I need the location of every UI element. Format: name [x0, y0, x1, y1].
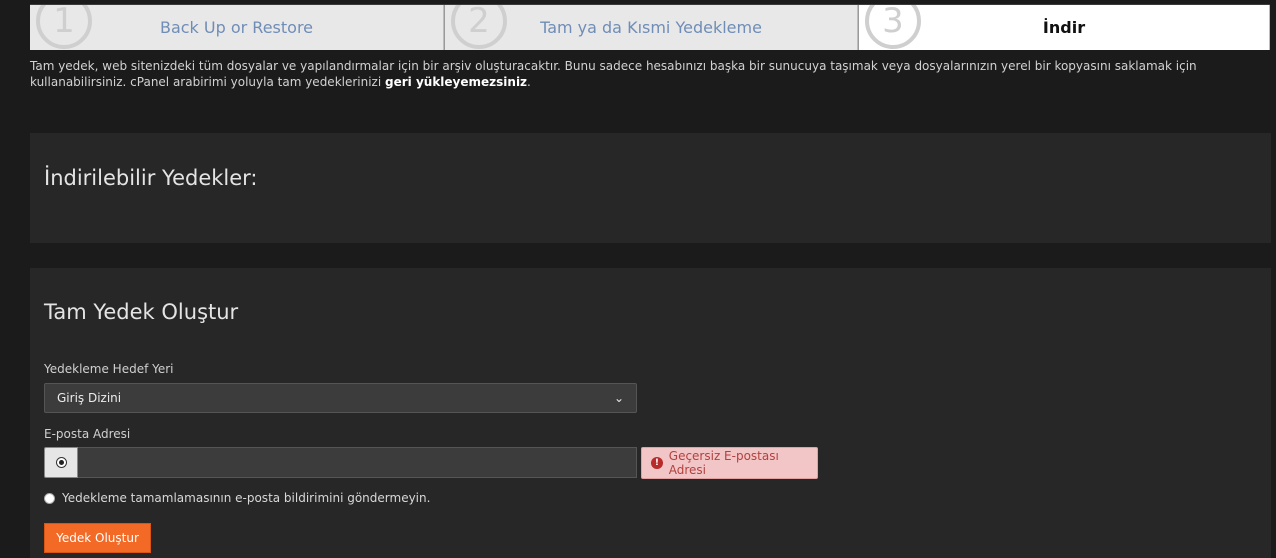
email-label: E-posta Adresi: [44, 427, 131, 441]
step-full-or-partial[interactable]: 2 Tam ya da Kısmi Yedekleme: [444, 5, 858, 50]
error-icon: !: [651, 457, 663, 469]
step-download-active[interactable]: 3 İndir: [858, 5, 1270, 50]
create-backup-title: Tam Yedek Oluştur: [44, 300, 239, 324]
no-email-radio[interactable]: [44, 492, 55, 504]
step-label-2: Tam ya da Kısmi Yedekleme: [540, 18, 762, 37]
email-radio-selected[interactable]: [55, 457, 67, 468]
chevron-down-icon: ⌄: [613, 391, 624, 405]
intro-description: Tam yedek, web sitenizdeki tüm dosyalar …: [30, 58, 1245, 90]
no-email-label: Yedekleme tamamlamasının e-posta bildiri…: [62, 491, 431, 505]
step-label-3: İndir: [1042, 18, 1086, 37]
email-input-group: [44, 447, 637, 478]
destination-select[interactable]: Giriş Dizini ⌄: [44, 383, 637, 413]
step-label-1: Back Up or Restore: [159, 18, 314, 37]
email-field[interactable]: [78, 447, 637, 478]
step-number-1: 1: [36, 5, 92, 49]
intro-text: Tam yedek, web sitenizdeki tüm dosyalar …: [30, 59, 1197, 89]
downloadable-backups-title: İndirilebilir Yedekler:: [44, 166, 258, 190]
downloadable-backups-panel: İndirilebilir Yedekler:: [30, 133, 1271, 243]
intro-bold: geri yükleyemezsiniz: [385, 75, 528, 89]
destination-label: Yedekleme Hedef Yeri: [44, 362, 174, 376]
email-radio-addon[interactable]: [44, 447, 78, 478]
backup-wizard-stepper: 1 Back Up or Restore 2 Tam ya da Kısmi Y…: [30, 4, 1270, 50]
email-error-text: Geçersiz E-postası Adresi: [668, 449, 779, 477]
step-number-2: 2: [451, 5, 507, 49]
create-full-backup-panel: Tam Yedek Oluştur Yedekleme Hedef Yeri G…: [30, 268, 1271, 558]
step-number-3: 3: [865, 5, 921, 49]
step-backup-or-restore[interactable]: 1 Back Up or Restore: [30, 5, 444, 50]
intro-end: .: [527, 75, 531, 89]
no-email-option[interactable]: Yedekleme tamamlamasının e-posta bildiri…: [44, 491, 430, 505]
create-backup-button[interactable]: Yedek Oluştur: [44, 523, 151, 553]
email-error-message: ! Geçersiz E-postası Adresi: [641, 447, 818, 479]
destination-selected-value: Giriş Dizini: [57, 391, 122, 405]
